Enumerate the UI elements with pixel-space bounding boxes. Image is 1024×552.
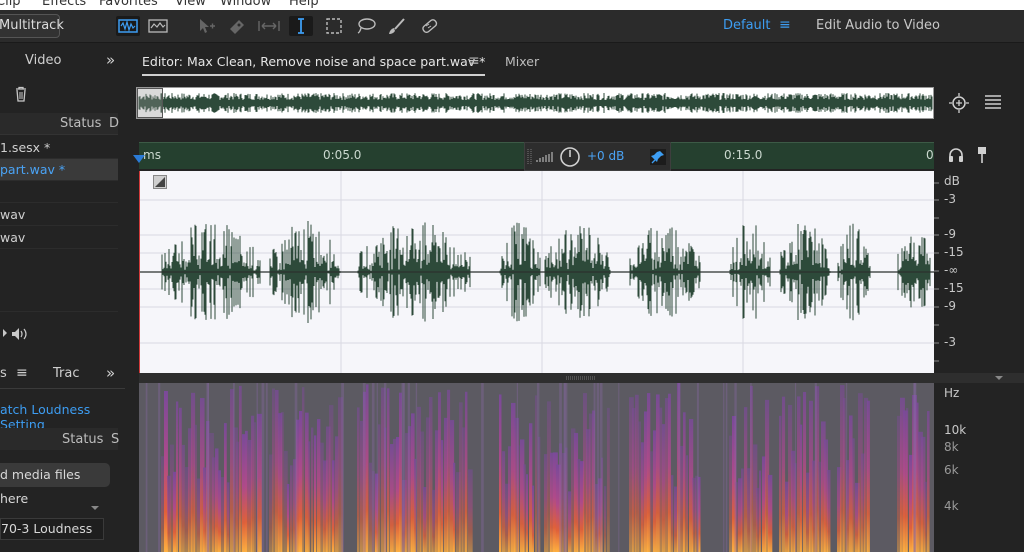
hz-label: 8k — [944, 440, 959, 454]
file-item[interactable] — [0, 181, 118, 203]
d-column-header[interactable]: D — [109, 116, 119, 131]
overview-zoom-handle[interactable] — [137, 88, 163, 118]
tab-video[interactable]: Video — [25, 53, 61, 68]
workspace-default[interactable]: Default — [723, 18, 771, 33]
grip-icon[interactable] — [527, 148, 533, 169]
db-label: -15 — [944, 245, 964, 259]
workspace-menu-icon[interactable]: ≡ — [779, 17, 791, 33]
file-item-label: part.wav * — [0, 162, 66, 177]
panel-expand-icon[interactable]: » — [106, 364, 115, 382]
marquee-icon[interactable] — [322, 16, 346, 36]
volume-db-value[interactable]: +0 dB — [587, 149, 624, 163]
clip-fade-handle-icon[interactable] — [153, 175, 167, 189]
ruler-label: ms — [143, 148, 161, 162]
waveform-view-icon[interactable] — [116, 16, 140, 36]
editor-tab-bar: Editor: Max Clean, Remove noise and spac… — [128, 44, 1024, 78]
hz-scale: Hz 10k 8k 6k 4k — [934, 383, 1024, 552]
drop-media-hint: d media files here — [0, 463, 110, 506]
loudness-preset-select[interactable]: 70-3 Loudness — [0, 518, 104, 540]
status-column-header[interactable]: Status — [62, 432, 103, 447]
overview-waveform[interactable] — [136, 87, 934, 119]
list-icon[interactable] — [984, 94, 1002, 113]
playhead-marker[interactable] — [133, 155, 145, 163]
menu-clip[interactable]: Clip — [0, 0, 21, 9]
toolbar: Multitrack Default ≡ Edit Audio to Video — [0, 10, 1024, 43]
marker-pin-icon[interactable] — [976, 146, 988, 167]
zoom-icon[interactable] — [948, 92, 970, 117]
play-speaker-icon[interactable] — [2, 326, 30, 345]
menu-favorites[interactable]: Favorites — [99, 0, 158, 9]
spectral-view-icon[interactable] — [146, 16, 170, 36]
status-column-header[interactable]: Status — [60, 116, 101, 131]
panel-menu-icon[interactable]: ≡ — [16, 365, 28, 381]
menu-help[interactable]: Help — [289, 0, 319, 9]
multitrack-button[interactable]: Multitrack — [0, 14, 64, 38]
editor-tab-menu-icon[interactable]: ≡ — [468, 53, 480, 69]
db-label: -9 — [944, 227, 956, 241]
spectral-frequency-display[interactable] — [139, 383, 934, 552]
workspace-edit-audio-to-video[interactable]: Edit Audio to Video — [816, 18, 940, 33]
tab-track[interactable]: Trac — [53, 366, 80, 381]
file-item[interactable]: 1.sesx * — [0, 137, 118, 159]
brush-icon[interactable] — [385, 16, 409, 36]
db-label: dB — [944, 174, 960, 188]
menu-window[interactable]: Window — [220, 0, 271, 9]
ruler-label: 0 — [926, 148, 934, 162]
files-panel: Video » Status D 1.sesx * part.wav * wav… — [0, 44, 125, 356]
db-label: -3 — [944, 335, 956, 349]
menu-view[interactable]: View — [175, 0, 206, 9]
file-item-label: wav — [0, 207, 26, 222]
file-item-selected[interactable]: part.wav * — [0, 159, 118, 181]
db-label: -15 — [944, 281, 964, 295]
volume-knob-icon[interactable] — [559, 146, 581, 171]
file-item[interactable]: wav — [0, 204, 118, 226]
db-scale: dB -3 -9 -15 -∞ -15 -9 -3 — [934, 171, 1024, 373]
hz-label: 6k — [944, 463, 959, 477]
effects-panel: s ≡ Trac » atch Loudness Setting Status … — [0, 360, 125, 552]
waveform-editor[interactable] — [139, 171, 935, 373]
spot-healing-icon[interactable] — [417, 16, 441, 36]
hz-label: 10k — [944, 423, 967, 437]
file-item-label: wav — [0, 230, 26, 245]
file-item[interactable]: wav — [0, 227, 118, 249]
ruler-label: 0:05.0 — [323, 148, 362, 162]
headphones-icon[interactable] — [948, 147, 964, 166]
time-selection-icon[interactable] — [289, 16, 313, 36]
trash-icon[interactable] — [14, 86, 28, 105]
panel-expand-icon[interactable]: » — [106, 51, 115, 69]
view-splitter[interactable] — [139, 373, 1024, 383]
razor-tool-icon[interactable] — [225, 16, 249, 36]
db-label: -9 — [944, 299, 956, 313]
s-column-header[interactable]: S — [111, 432, 119, 447]
chevron-down-icon[interactable] — [90, 500, 100, 514]
lasso-icon[interactable] — [354, 16, 378, 36]
hz-label: Hz — [944, 386, 960, 400]
tab-editor[interactable]: Editor: Max Clean, Remove noise and spac… — [142, 54, 486, 76]
db-label: -∞ — [944, 263, 959, 277]
tab-effects[interactable]: s — [0, 366, 7, 381]
file-item-label: 1.sesx * — [0, 140, 51, 155]
db-label: -3 — [944, 192, 956, 206]
menu-bar: Clip Effects Favorites View Window Help — [0, 0, 1024, 10]
slip-tool-icon[interactable] — [257, 16, 281, 36]
level-bars-icon — [536, 151, 554, 166]
ruler-label: 0:15.0 — [724, 148, 763, 162]
menu-effects[interactable]: Effects — [42, 0, 86, 9]
pin-hud-icon[interactable] — [650, 149, 666, 165]
volume-hud[interactable]: +0 dB — [524, 142, 671, 171]
move-tool-icon[interactable] — [194, 16, 218, 36]
hz-label: 4k — [944, 499, 959, 513]
tab-mixer[interactable]: Mixer — [505, 54, 539, 69]
